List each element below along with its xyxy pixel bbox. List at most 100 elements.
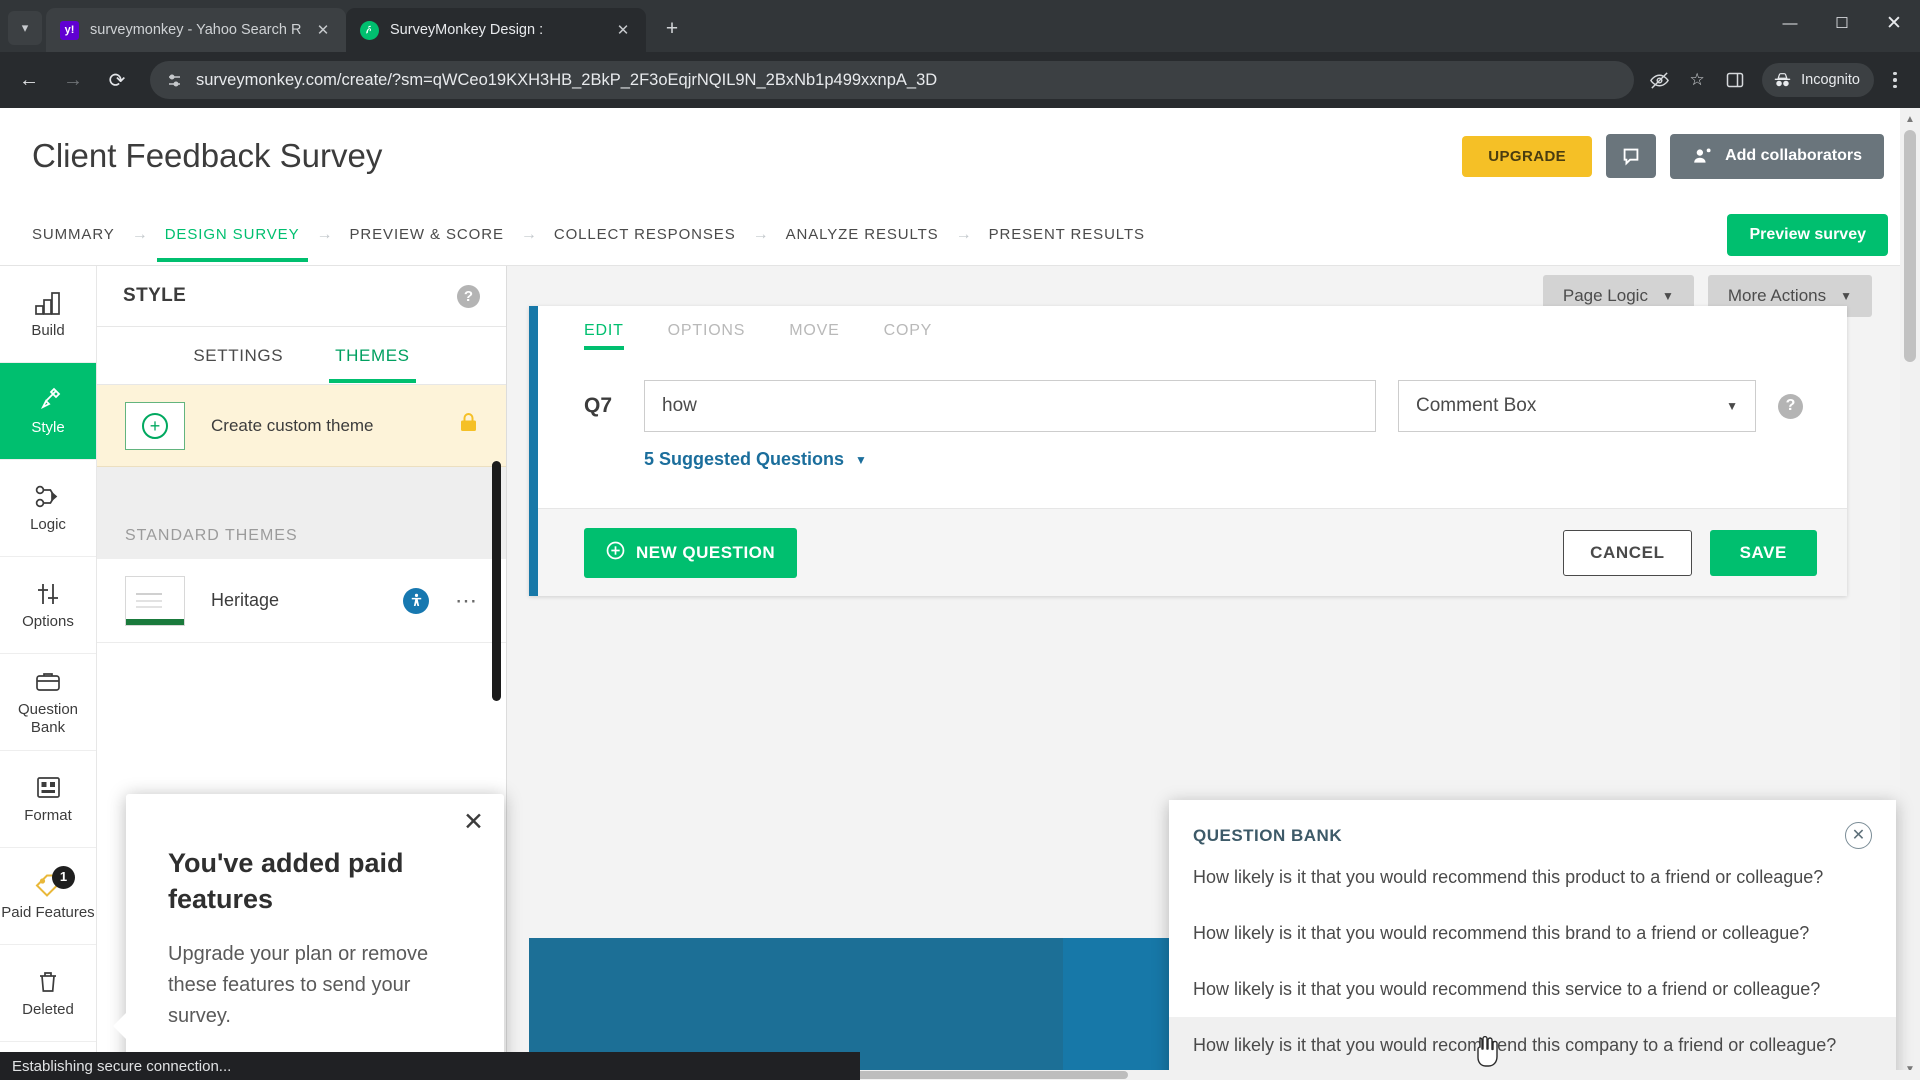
accessibility-icon[interactable] [403, 587, 429, 614]
scroll-up-icon[interactable]: ▲ [1900, 110, 1920, 128]
help-icon[interactable]: ? [457, 284, 480, 308]
sidebar-item-style[interactable]: Style [0, 363, 96, 460]
sidebar-item-paid-features[interactable]: 1 Paid Features [0, 848, 96, 945]
yahoo-favicon-icon: y! [60, 20, 79, 40]
browser-tab-yahoo[interactable]: y! surveymonkey - Yahoo Search R ✕ [46, 8, 346, 52]
survey-canvas: Page Logic ▼ More Actions ▼ EDIT OPTIONS… [507, 266, 1920, 1080]
sidebar-item-label: Logic [30, 515, 66, 533]
tab-search-icon[interactable]: ▾ [8, 11, 42, 45]
nav-step-collect-responses[interactable]: COLLECT RESPONSES [554, 208, 736, 262]
plus-circle-icon: + [142, 412, 168, 439]
theme-name: Heritage [211, 590, 280, 610]
page-info-icon[interactable] [164, 72, 184, 89]
eye-off-icon[interactable] [1642, 63, 1676, 97]
list-item[interactable]: How likely is it that you would recommen… [1169, 905, 1896, 961]
sidebar-item-label: Build [31, 321, 65, 339]
browser-tab-surveymonkey[interactable]: SurveyMonkey Design : ✕ [346, 8, 646, 52]
back-icon[interactable]: ← [10, 61, 48, 99]
nav-step-analyze-results[interactable]: ANALYZE RESULTS [786, 208, 939, 262]
comment-button[interactable] [1606, 134, 1657, 178]
nav-step-design-survey[interactable]: DESIGN SURVEY [156, 208, 308, 262]
sidebar-item-logic[interactable]: Logic [0, 460, 96, 557]
tab-options[interactable]: OPTIONS [668, 322, 746, 350]
question-editor-card: EDIT OPTIONS MOVE COPY Q7 Comment Box ▼ … [529, 306, 1847, 596]
popover-body: Upgrade your plan or remove these featur… [168, 943, 429, 1028]
page-logic-label: Page Logic [1562, 286, 1648, 305]
maximize-icon[interactable]: ☐ [1816, 0, 1868, 46]
upgrade-button[interactable]: UPGRADE [1462, 135, 1593, 177]
question-editor-tabs: EDIT OPTIONS MOVE COPY [538, 306, 1847, 350]
preview-survey-button[interactable]: Preview survey [1727, 213, 1888, 256]
style-panel-scrollbar[interactable] [492, 461, 501, 701]
header-actions: UPGRADE Add collaborators [1462, 133, 1884, 179]
new-tab-button[interactable]: + [656, 13, 688, 45]
sidebar-item-label: Deleted [22, 1000, 74, 1018]
suggested-questions-label: 5 Suggested Questions [644, 449, 845, 469]
tab-move[interactable]: MOVE [789, 322, 839, 350]
side-panel-icon[interactable] [1718, 63, 1752, 97]
more-dots-icon[interactable]: ⋯ [455, 588, 478, 614]
help-icon[interactable]: ? [1778, 393, 1803, 419]
cancel-button[interactable]: CANCEL [1563, 529, 1692, 576]
build-icon [35, 289, 61, 317]
add-collaborators-button[interactable]: Add collaborators [1670, 133, 1884, 179]
suggested-questions-toggle[interactable]: 5 Suggested Questions ▼ [644, 449, 867, 470]
close-circle-icon[interactable]: ✕ [1845, 822, 1872, 849]
three-dots-icon[interactable] [1880, 63, 1910, 97]
tab-title: surveymonkey - Yahoo Search R [90, 22, 302, 38]
tab-settings[interactable]: SETTINGS [191, 329, 285, 383]
page-scrollbar[interactable]: ▲ ▼ [1900, 108, 1920, 1080]
question-text-input[interactable] [644, 380, 1376, 432]
question-bank-header: QUESTION BANK ✕ [1169, 800, 1896, 849]
sidebar-item-deleted[interactable]: Deleted [0, 945, 96, 1042]
sidebar-item-build[interactable]: Build [0, 266, 96, 363]
incognito-indicator[interactable]: Incognito [1762, 63, 1874, 97]
scrollbar-thumb[interactable] [1904, 130, 1916, 362]
sidebar-item-label: Options [22, 612, 74, 630]
paid-features-badge: 1 [52, 866, 75, 889]
list-item[interactable]: How likely is it that you would recommen… [1169, 849, 1896, 905]
question-editor-footer: NEW QUESTION CANCEL SAVE [538, 508, 1847, 596]
minimize-icon[interactable]: — [1764, 0, 1816, 46]
nav-step-present-results[interactable]: PRESENT RESULTS [989, 208, 1145, 262]
style-panel-title: STYLE [123, 285, 187, 306]
forward-icon[interactable]: → [54, 61, 92, 99]
question-number: Q7 [584, 394, 613, 417]
new-question-button[interactable]: NEW QUESTION [584, 527, 798, 578]
tab-copy[interactable]: COPY [884, 322, 933, 350]
sidebar-item-label: Paid Features [1, 903, 95, 921]
window-close-icon[interactable]: ✕ [1868, 0, 1920, 46]
tab-edit[interactable]: EDIT [584, 322, 624, 350]
sidebar-item-label: Style [31, 418, 65, 436]
comment-icon [1623, 148, 1639, 166]
paid-features-popover: ✕ You've added paid features Upgrade you… [113, 794, 504, 1080]
list-item[interactable]: How likely is it that you would recommen… [1169, 1017, 1896, 1074]
nav-step-preview-score[interactable]: PREVIEW & SCORE [350, 208, 504, 262]
tab-themes[interactable]: THEMES [329, 329, 417, 383]
sidebar-item-options[interactable]: Options [0, 557, 96, 654]
list-item[interactable]: How likely is it that you would recommen… [1169, 961, 1896, 1017]
question-type-select[interactable]: Comment Box ▼ [1398, 380, 1756, 432]
page-title: Client Feedback Survey [32, 137, 383, 174]
save-button[interactable]: SAVE [1709, 529, 1817, 576]
add-collaborators-label: Add collaborators [1725, 147, 1862, 164]
create-custom-theme-row[interactable]: + Create custom theme [97, 385, 506, 467]
close-icon[interactable]: ✕ [312, 19, 334, 41]
close-icon[interactable]: ✕ [612, 19, 634, 41]
logic-icon [35, 483, 61, 511]
reload-icon[interactable]: ⟳ [98, 61, 136, 99]
style-panel-header: STYLE ? [97, 266, 506, 327]
sliders-icon [35, 580, 61, 608]
incognito-icon [1774, 73, 1791, 87]
address-bar[interactable]: surveymonkey.com/create/?sm=qWCeo19KXH3H… [150, 61, 1635, 99]
create-custom-theme-thumb: + [125, 401, 185, 450]
close-icon[interactable]: ✕ [463, 810, 484, 835]
theme-thumbnail [125, 575, 185, 626]
nav-step-summary[interactable]: SUMMARY [32, 208, 115, 262]
arrow-icon: → [955, 225, 972, 243]
sidebar-item-label: Question Bank [17, 701, 79, 736]
star-icon[interactable]: ☆ [1680, 63, 1714, 97]
theme-row-heritage[interactable]: Heritage ⋯ [97, 559, 506, 643]
sidebar-item-format[interactable]: Format [0, 751, 96, 848]
sidebar-item-question-bank[interactable]: Question Bank [0, 654, 96, 751]
